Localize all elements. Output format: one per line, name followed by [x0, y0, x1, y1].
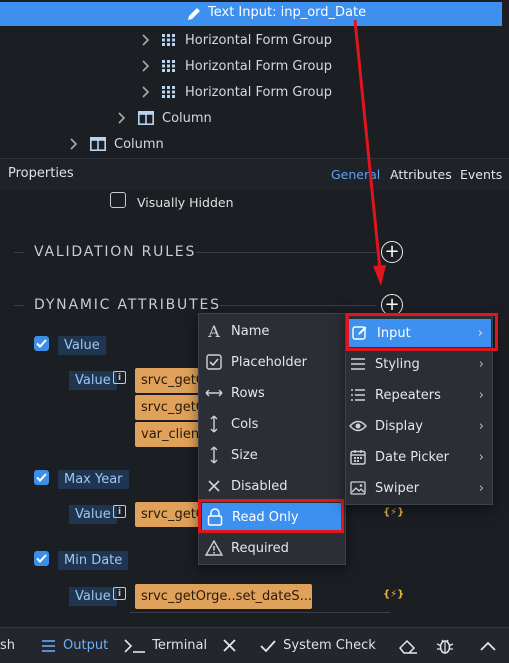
- tab-flash[interactable]: sh: [0, 628, 25, 663]
- annotation-arrow: [353, 19, 386, 286]
- collapse-button[interactable]: [462, 628, 504, 663]
- tab-label: Output: [63, 638, 109, 653]
- chevron-up-icon: [480, 641, 496, 651]
- eraser-icon: [398, 638, 418, 654]
- tab-label: sh: [0, 638, 16, 653]
- tab-label: Terminal: [152, 638, 208, 653]
- terminal-icon: [124, 638, 146, 653]
- close-button[interactable]: [215, 628, 244, 663]
- bottom-toolbar: sh Output Terminal System Check: [0, 627, 509, 663]
- tab-output[interactable]: Output: [25, 628, 116, 663]
- eraser-button[interactable]: [384, 628, 426, 663]
- bug-button[interactable]: [426, 628, 462, 663]
- bug-icon: [436, 637, 454, 655]
- tab-label: System Check: [283, 638, 376, 653]
- checkmark-icon: [260, 639, 276, 652]
- tab-system-check[interactable]: System Check: [244, 628, 384, 663]
- lines-icon: [41, 639, 56, 652]
- close-icon: [223, 639, 236, 652]
- tab-terminal[interactable]: Terminal: [116, 628, 215, 663]
